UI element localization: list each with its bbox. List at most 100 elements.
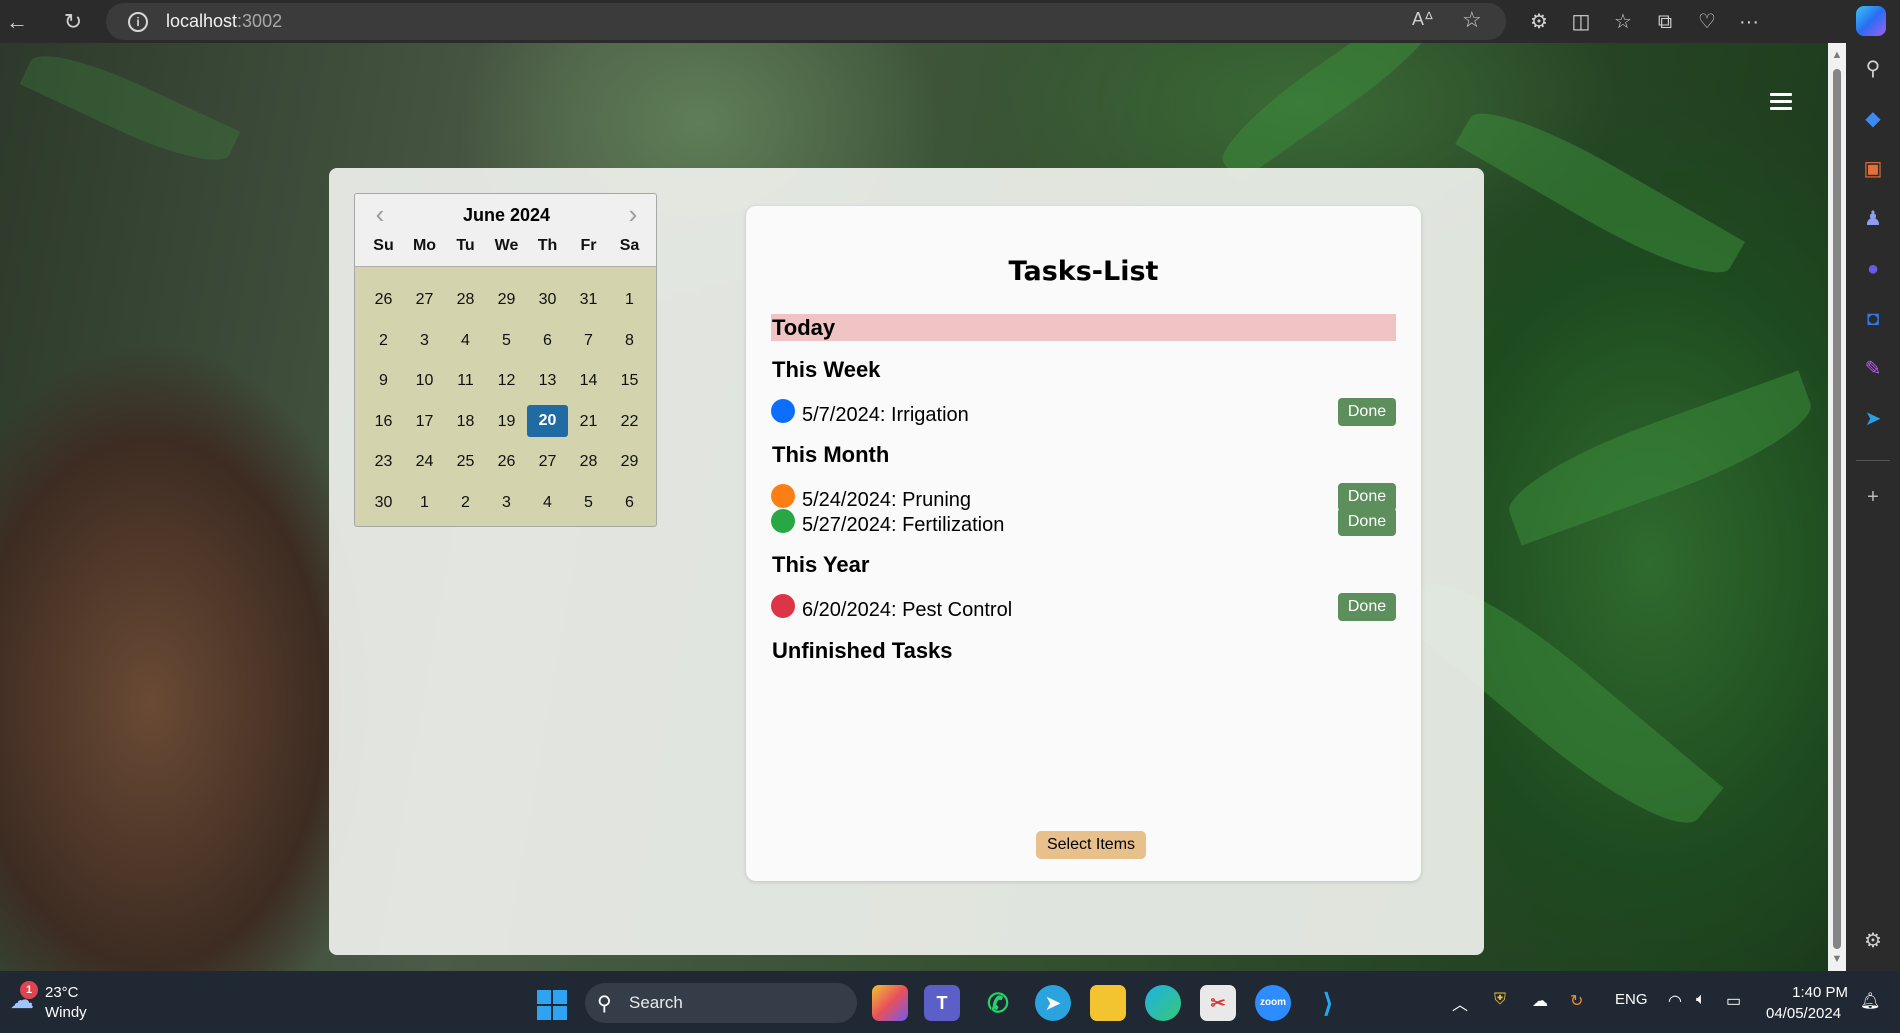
calendar-day[interactable]: 14 [568, 365, 609, 397]
shopping-tag-icon[interactable]: ◆ [1859, 105, 1887, 133]
more-icon[interactable]: ··· [1728, 5, 1770, 39]
calendar-day[interactable]: 25 [445, 446, 486, 478]
zoom-icon[interactable]: zoom [1255, 985, 1291, 1021]
start-icon[interactable] [537, 990, 567, 1020]
calendar-day[interactable]: 1 [404, 487, 445, 519]
browser-essentials-icon[interactable]: ♡ [1686, 5, 1728, 39]
copilot-app-icon[interactable] [872, 985, 908, 1021]
games-icon[interactable]: ♟ [1859, 205, 1887, 233]
calendar-day[interactable]: 10 [404, 365, 445, 397]
calendar-day[interactable]: 26 [486, 446, 527, 478]
tools-icon[interactable]: ▣ [1859, 155, 1887, 183]
calendar-day[interactable]: 29 [609, 446, 650, 478]
wifi-icon[interactable]: ◠ [1668, 991, 1682, 1011]
calendar-day[interactable]: 24 [404, 446, 445, 478]
done-button[interactable]: Done [1338, 398, 1396, 426]
calendar-day[interactable]: 13 [527, 365, 568, 397]
calendar-day[interactable]: 2 [445, 487, 486, 519]
back-icon[interactable]: ← [0, 5, 34, 39]
done-button[interactable]: Done [1338, 593, 1396, 621]
calendar-day[interactable]: 3 [404, 325, 445, 357]
calendar-day[interactable]: 4 [527, 487, 568, 519]
language-indicator[interactable]: ENG [1615, 991, 1648, 1008]
sync-icon[interactable]: ↻ [1570, 991, 1583, 1011]
read-aloud-icon[interactable]: Aᐞ [1412, 9, 1434, 30]
calendar-day[interactable]: 30 [363, 487, 404, 519]
calendar-day[interactable]: 5 [568, 487, 609, 519]
extensions-icon[interactable]: ⚙ [1518, 5, 1560, 39]
sidebar-settings-icon[interactable]: ⚙ [1859, 927, 1887, 955]
weather-condition[interactable]: Windy [45, 1004, 87, 1021]
done-button[interactable]: Done [1338, 483, 1396, 511]
favorite-star-icon[interactable]: ☆ [1462, 7, 1482, 33]
calendar-day[interactable]: 8 [609, 325, 650, 357]
url-text[interactable]: localhost:3002 [166, 11, 282, 32]
calendar-day[interactable]: 27 [404, 284, 445, 316]
calendar-day[interactable]: 17 [404, 406, 445, 438]
menu-icon[interactable] [1770, 93, 1792, 111]
notifications-bell-icon[interactable]: 🔔︎ [1860, 991, 1880, 1011]
whatsapp-icon[interactable]: ✆ [980, 985, 1016, 1021]
calendar-day[interactable]: 31 [568, 284, 609, 316]
calendar-day[interactable]: 21 [568, 406, 609, 438]
edge-icon[interactable] [1145, 985, 1181, 1021]
send-icon[interactable]: ➤ [1859, 405, 1887, 433]
calendar-day[interactable]: 2 [363, 325, 404, 357]
split-screen-icon[interactable]: ◫ [1560, 5, 1602, 39]
calendar-day[interactable]: 5 [486, 325, 527, 357]
clock-time[interactable]: 1:40 PM [1792, 984, 1848, 1001]
calendar-day[interactable]: 3 [486, 487, 527, 519]
taskbar-search[interactable]: ⚲ Search [585, 983, 857, 1023]
calendar-day[interactable]: 29 [486, 284, 527, 316]
calendar-day[interactable]: 15 [609, 365, 650, 397]
calendar-day[interactable]: 6 [527, 325, 568, 357]
weather-temperature[interactable]: 23°C [45, 984, 79, 1001]
vscode-icon[interactable]: ⟩ [1310, 985, 1346, 1021]
calendar-day[interactable]: 19 [486, 406, 527, 438]
calendar-day[interactable]: 26 [363, 284, 404, 316]
calendar-day[interactable]: 1 [609, 284, 650, 316]
calendar-day[interactable]: 27 [527, 446, 568, 478]
site-info-icon[interactable]: i [128, 12, 148, 32]
file-explorer-icon[interactable] [1090, 985, 1126, 1021]
telegram-icon[interactable]: ➤ [1035, 985, 1071, 1021]
teams-icon[interactable]: T [924, 985, 960, 1021]
favorites-icon[interactable]: ☆ [1602, 5, 1644, 39]
calendar-day[interactable]: 28 [445, 284, 486, 316]
calendar-day[interactable]: 4 [445, 325, 486, 357]
calendar-day[interactable]: 22 [609, 406, 650, 438]
snipping-tool-icon[interactable]: ✂ [1200, 985, 1236, 1021]
calendar-day[interactable]: 18 [445, 406, 486, 438]
refresh-icon[interactable]: ↻ [56, 5, 90, 39]
select-items-button[interactable]: Select Items [1036, 831, 1146, 859]
volume-icon[interactable]: 🔈︎ [1696, 991, 1706, 1009]
designer-icon[interactable]: ✎ [1859, 355, 1887, 383]
copilot-icon[interactable] [1856, 6, 1886, 36]
calendar-day[interactable]: 11 [445, 365, 486, 397]
page-scrollbar[interactable]: ▲ ▼ [1828, 43, 1846, 971]
scroll-down-icon[interactable]: ▼ [1831, 953, 1843, 965]
scrollbar-thumb[interactable] [1833, 69, 1841, 949]
onedrive-cloud-icon[interactable]: ☁ [1532, 991, 1548, 1011]
battery-icon[interactable]: ▭ [1726, 991, 1741, 1011]
microsoft-365-icon[interactable]: ● [1859, 255, 1887, 283]
outlook-icon[interactable]: ◘ [1859, 305, 1887, 333]
calendar-day[interactable]: 9 [363, 365, 404, 397]
calendar-day[interactable]: 23 [363, 446, 404, 478]
collections-icon[interactable]: ⧉ [1644, 5, 1686, 39]
scroll-up-icon[interactable]: ▲ [1831, 49, 1843, 61]
address-bar[interactable]: i localhost:3002 Aᐞ ☆ [106, 3, 1506, 40]
next-month-icon[interactable]: › [618, 199, 648, 229]
calendar-day[interactable]: 28 [568, 446, 609, 478]
calendar-day[interactable]: 6 [609, 487, 650, 519]
add-sidebar-app-icon[interactable]: + [1859, 483, 1887, 511]
security-shield-icon[interactable]: ⛨ [1494, 991, 1506, 1009]
show-hidden-icons-chevron-icon[interactable]: ︿ [1452, 991, 1468, 1015]
done-button[interactable]: Done [1338, 508, 1396, 536]
calendar-day[interactable]: 12 [486, 365, 527, 397]
calendar-day[interactable]: 16 [363, 406, 404, 438]
sidebar-search-icon[interactable]: ⚲ [1859, 55, 1887, 83]
calendar-day[interactable]: 7 [568, 325, 609, 357]
calendar-day[interactable]: 30 [527, 284, 568, 316]
calendar-day-selected[interactable]: 20 [527, 404, 568, 437]
